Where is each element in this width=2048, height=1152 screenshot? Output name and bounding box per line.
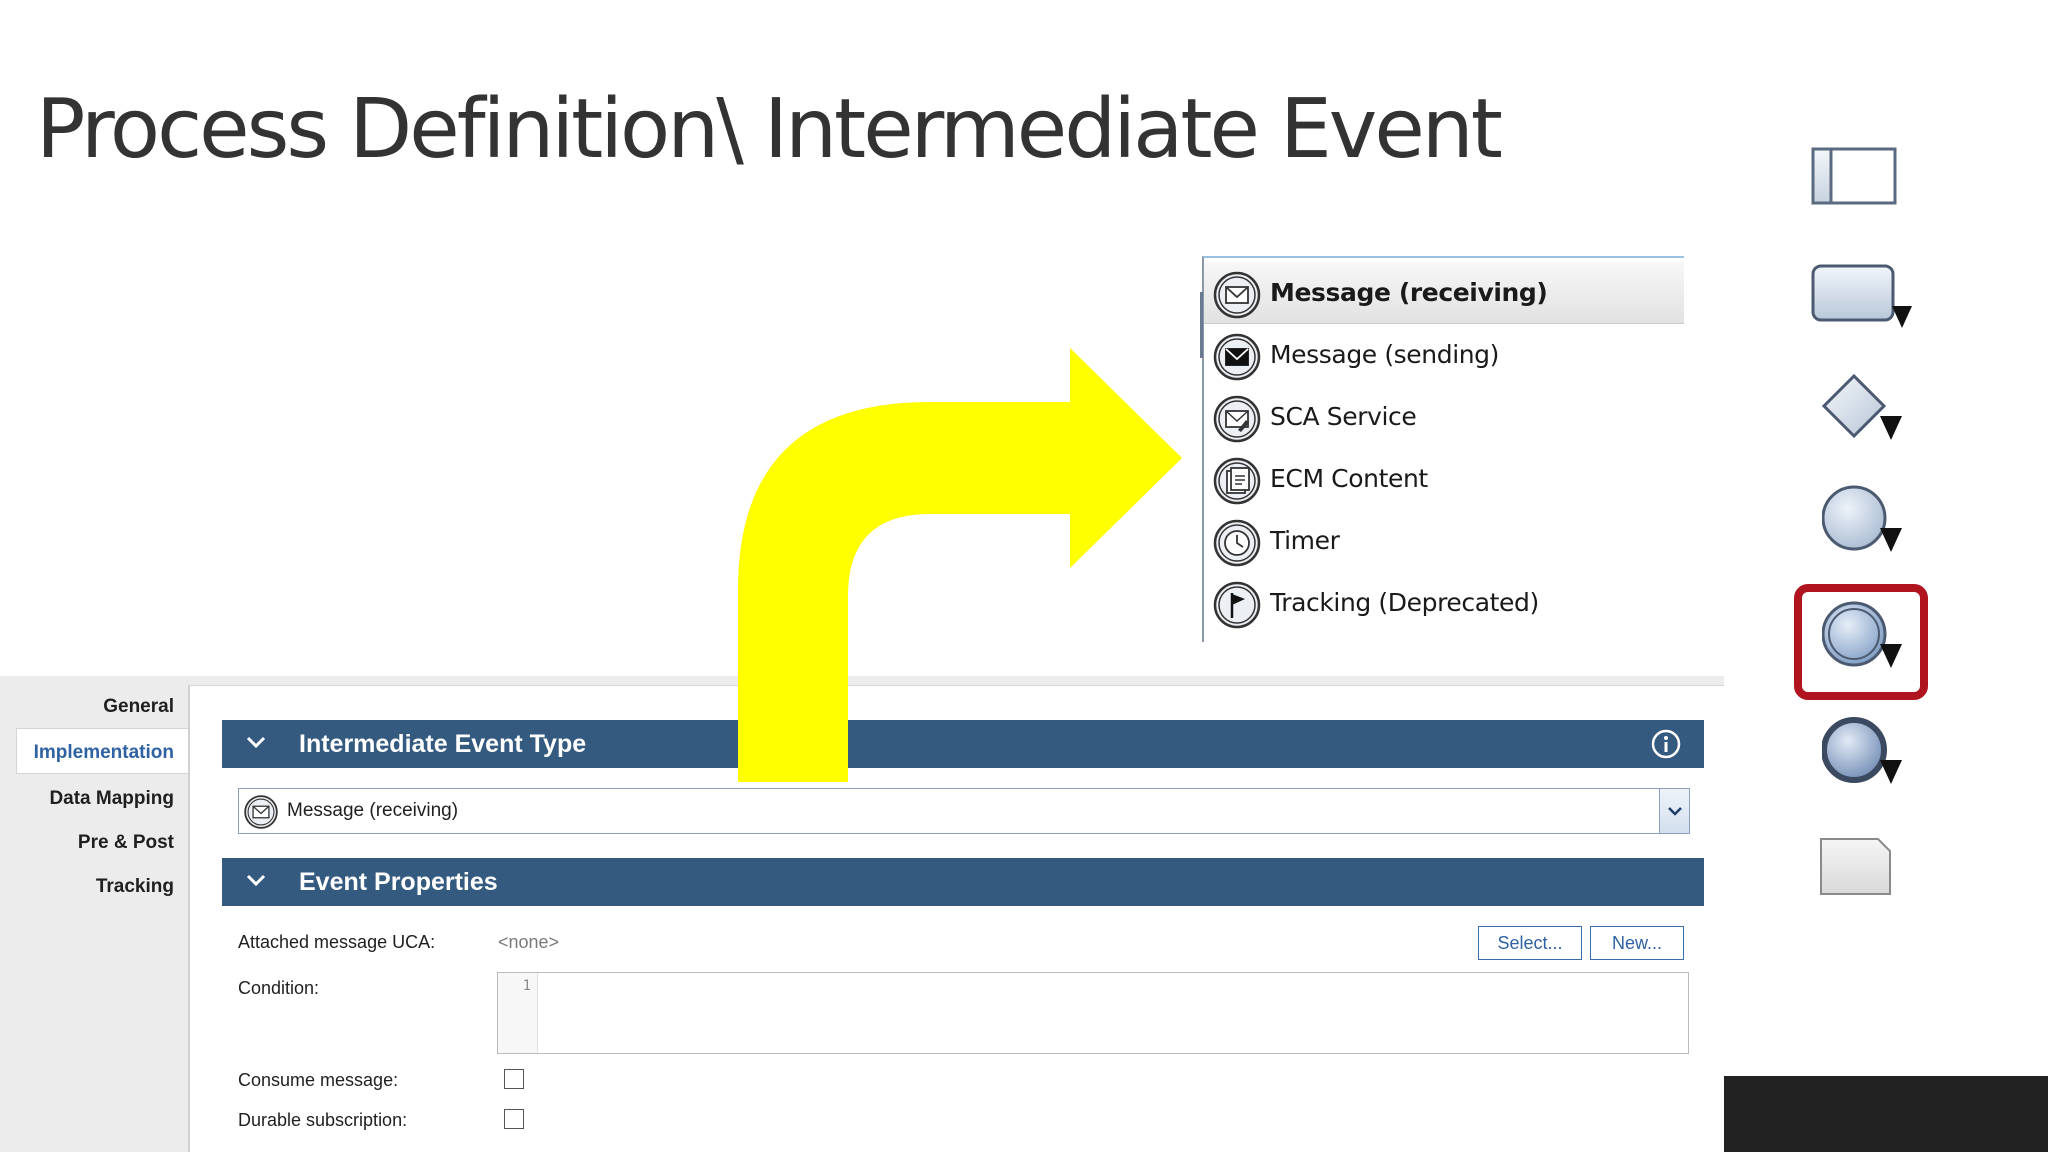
menu-item-ecm-content[interactable]: ECM Content: [1204, 448, 1684, 510]
section-event-properties[interactable]: Event Properties: [222, 858, 1704, 906]
chevron-down-icon: [1668, 807, 1682, 816]
envelope-open-icon: [244, 795, 278, 829]
palette-lane-icon[interactable]: [1810, 146, 1898, 208]
menu-item-timer[interactable]: Timer: [1204, 510, 1684, 572]
content-left-border: [188, 686, 190, 1152]
consume-message-label: Consume message:: [238, 1070, 399, 1090]
durable-subscription-checkbox[interactable]: [504, 1109, 524, 1129]
slide: Process Definition\ Intermediate Event M…: [0, 0, 2048, 1152]
tab-data-mapping[interactable]: Data Mapping: [49, 788, 174, 810]
condition-editor[interactable]: 1: [497, 972, 1689, 1054]
menu-scroll-indicator: [1200, 292, 1203, 358]
menu-item-label: Timer: [1270, 526, 1340, 555]
chevron-down-icon[interactable]: [244, 868, 268, 892]
document-icon: [1213, 457, 1261, 505]
yellow-arrow: [738, 348, 1182, 782]
sca-service-icon: [1213, 395, 1261, 443]
palette-start-event-icon[interactable]: [1821, 484, 1914, 560]
palette-activity-icon[interactable]: [1810, 262, 1914, 334]
palette-note-icon[interactable]: [1818, 836, 1894, 898]
condition-gutter: 1: [498, 973, 538, 1053]
menu-item-label: ECM Content: [1270, 464, 1428, 493]
tab-implementation[interactable]: Implementation: [34, 742, 174, 764]
attached-uca-label: Attached message UCA:: [238, 932, 436, 952]
consume-message-checkbox[interactable]: [504, 1069, 524, 1089]
palette-end-event-icon[interactable]: [1821, 716, 1914, 792]
tab-pre-post[interactable]: Pre & Post: [78, 832, 174, 854]
dropdown-button[interactable]: [1659, 789, 1689, 833]
menu-item-tracking[interactable]: Tracking (Deprecated): [1204, 572, 1684, 634]
clock-icon: [1213, 519, 1261, 567]
properties-tab-panel: General Implementation Data Mapping Pre …: [0, 676, 188, 1152]
dark-corner-region: [1724, 1076, 2048, 1152]
menu-item-message-receiving[interactable]: Message (receiving): [1204, 262, 1684, 324]
event-type-select-value: Message (receiving): [287, 800, 459, 821]
flag-icon: [1213, 581, 1261, 629]
envelope-open-icon: [1213, 271, 1261, 319]
durable-subscription-label: Durable subscription:: [238, 1110, 408, 1130]
chevron-down-icon[interactable]: [244, 730, 268, 754]
section-title: Intermediate Event Type: [299, 730, 587, 758]
condition-label: Condition:: [238, 978, 320, 998]
attached-uca-value: <none>: [498, 932, 560, 952]
envelope-filled-icon: [1213, 333, 1261, 381]
event-type-select[interactable]: Message (receiving): [238, 788, 1690, 834]
tab-tracking[interactable]: Tracking: [96, 876, 174, 898]
event-type-menu: Message (receiving) Message (sending) SC…: [1200, 256, 1684, 642]
menu-item-label: Message (receiving): [1270, 278, 1548, 307]
select-uca-button[interactable]: Select...: [1478, 926, 1582, 960]
menu-item-message-sending[interactable]: Message (sending): [1204, 324, 1684, 386]
menu-item-label: Tracking (Deprecated): [1270, 588, 1539, 617]
line-number: 1: [522, 978, 531, 994]
tab-general[interactable]: General: [103, 696, 174, 718]
palette-intermediate-event-icon[interactable]: [1821, 600, 1914, 676]
menu-item-label: SCA Service: [1270, 402, 1417, 431]
menu-item-sca-service[interactable]: SCA Service: [1204, 386, 1684, 448]
slide-title: Process Definition\ Intermediate Event: [36, 82, 1503, 177]
menu-item-label: Message (sending): [1270, 340, 1500, 369]
new-uca-button[interactable]: New...: [1590, 926, 1684, 960]
info-icon[interactable]: [1650, 728, 1682, 760]
palette-gateway-icon[interactable]: [1821, 372, 1914, 448]
section-title: Event Properties: [299, 868, 498, 896]
